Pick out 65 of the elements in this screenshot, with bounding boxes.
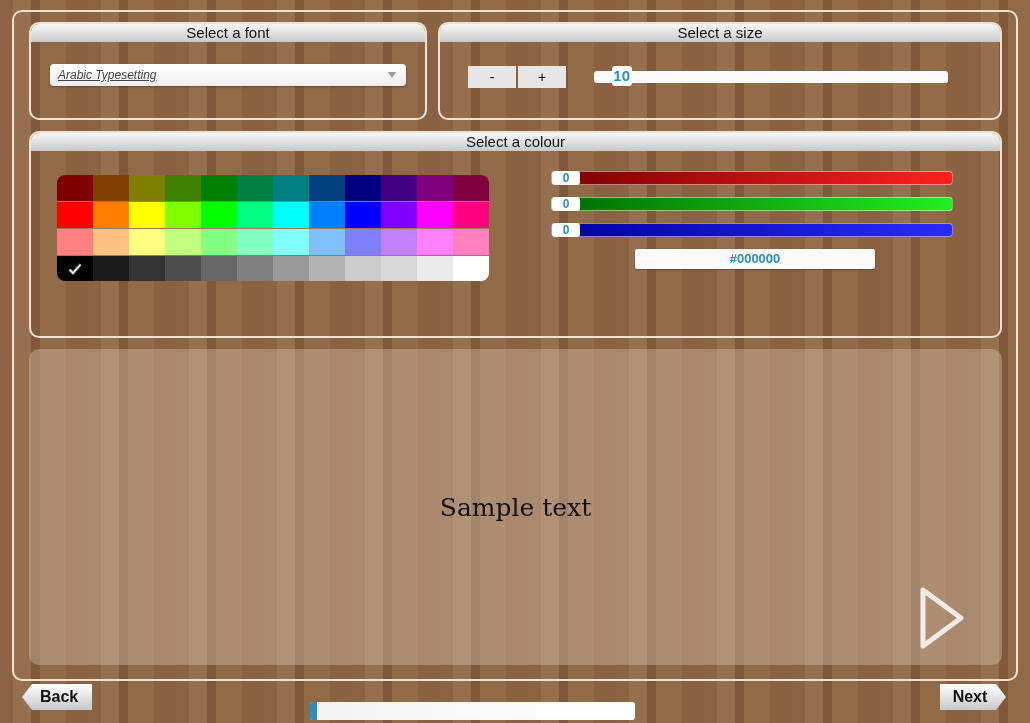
colour-swatch[interactable]	[165, 175, 201, 201]
panel-title: Select a font	[31, 24, 425, 42]
colour-swatch[interactable]	[417, 256, 453, 281]
colour-swatch[interactable]	[453, 175, 489, 201]
colour-swatch[interactable]	[417, 202, 453, 228]
back-button[interactable]: Back	[22, 684, 92, 710]
colour-swatch[interactable]	[129, 256, 165, 281]
colour-swatch[interactable]	[201, 229, 237, 255]
colour-swatch[interactable]	[57, 229, 93, 255]
colour-swatch[interactable]	[381, 229, 417, 255]
next-button[interactable]: Next	[940, 684, 1006, 710]
colour-swatch[interactable]	[453, 256, 489, 281]
colour-swatch[interactable]	[273, 229, 309, 255]
colour-swatch[interactable]	[309, 175, 345, 201]
colour-swatch[interactable]	[129, 229, 165, 255]
colour-swatch[interactable]	[201, 202, 237, 228]
colour-swatch[interactable]	[273, 256, 309, 281]
colour-swatch[interactable]	[93, 256, 129, 281]
colour-swatch[interactable]	[93, 229, 129, 255]
play-icon[interactable]	[920, 587, 964, 649]
colour-swatch[interactable]	[165, 202, 201, 228]
colour-swatch[interactable]	[129, 175, 165, 201]
step-button[interactable]: +	[518, 66, 566, 88]
colour-swatch[interactable]	[165, 229, 201, 255]
colour-swatch[interactable]	[57, 202, 93, 228]
colour-swatch[interactable]	[381, 256, 417, 281]
colour-swatch[interactable]	[345, 229, 381, 255]
colour-swatch[interactable]	[345, 256, 381, 281]
colour-swatch[interactable]	[309, 202, 345, 228]
colour-swatch[interactable]	[93, 202, 129, 228]
colour-swatch[interactable]	[57, 256, 93, 281]
colour-swatch[interactable]	[93, 175, 129, 201]
colour-swatch[interactable]	[453, 229, 489, 255]
colour-swatch[interactable]	[237, 202, 273, 228]
channel-slider-thumb[interactable]: 0	[552, 223, 580, 237]
channel-slider-thumb[interactable]: 0	[552, 171, 580, 185]
channel-slider-thumb[interactable]: 0	[552, 197, 580, 211]
colour-swatch[interactable]	[345, 202, 381, 228]
size-slider-thumb[interactable]: 10	[611, 66, 632, 86]
hex-colour-field[interactable]: #000000	[635, 249, 875, 269]
check-icon	[68, 263, 82, 275]
panel-title: Select a colour	[31, 133, 1000, 151]
colour-swatch[interactable]	[57, 175, 93, 201]
colour-swatch[interactable]	[273, 202, 309, 228]
colour-swatch[interactable]	[201, 175, 237, 201]
colour-swatch[interactable]	[201, 256, 237, 281]
sample-text: Sample text	[439, 492, 592, 522]
colour-swatch[interactable]	[381, 202, 417, 228]
colour-swatch[interactable]	[237, 256, 273, 281]
colour-swatch[interactable]	[345, 175, 381, 201]
colour-swatch[interactable]	[273, 175, 309, 201]
step-button[interactable]: -	[468, 66, 516, 88]
colour-swatch[interactable]	[129, 202, 165, 228]
colour-swatch[interactable]	[309, 229, 345, 255]
colour-swatch[interactable]	[237, 175, 273, 201]
colour-swatch[interactable]	[165, 256, 201, 281]
colour-swatch[interactable]	[309, 256, 345, 281]
colour-swatch[interactable]	[417, 175, 453, 201]
font-dropdown[interactable]: Arabic Typesetting	[50, 64, 406, 86]
colour-swatch[interactable]	[417, 229, 453, 255]
colour-swatch[interactable]	[237, 229, 273, 255]
colour-swatch[interactable]	[381, 175, 417, 201]
caret-icon	[388, 72, 396, 78]
colour-swatch[interactable]	[453, 202, 489, 228]
panel-title: Select a size	[440, 24, 1000, 42]
